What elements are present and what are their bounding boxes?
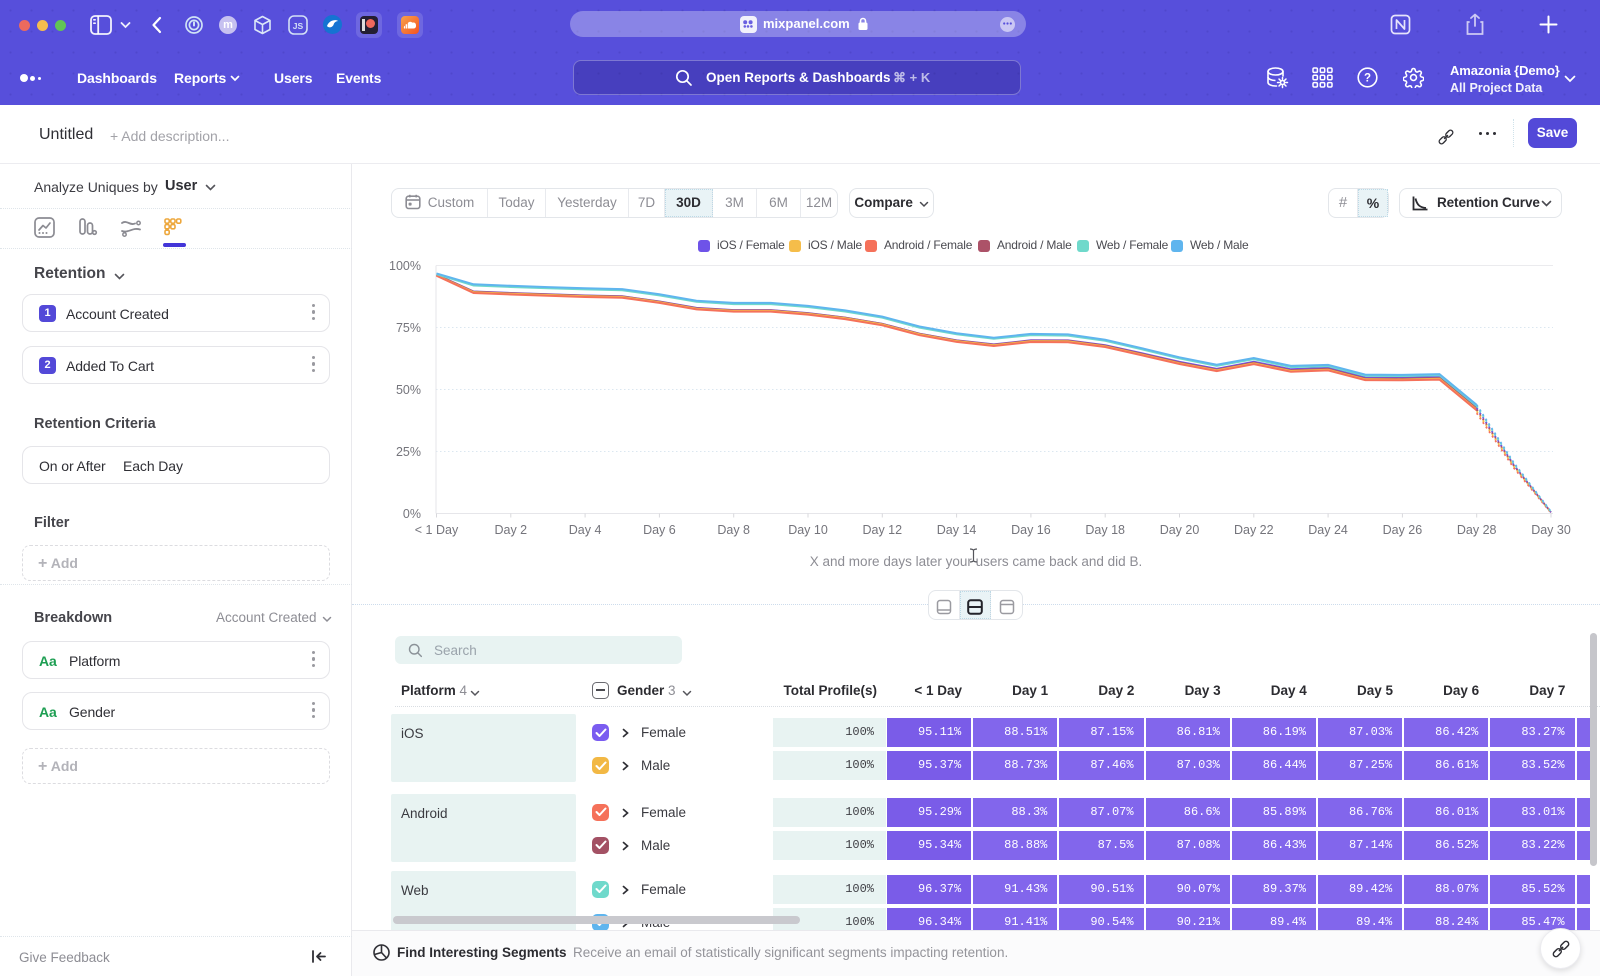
svg-text:Day 10: Day 10 (788, 523, 828, 537)
svg-text:?: ? (1364, 73, 1371, 85)
svg-text:Day 14: Day 14 (937, 523, 977, 537)
svg-text:Day 4: Day 4 (569, 523, 602, 537)
svg-text:75%: 75% (396, 321, 421, 335)
svg-text:Day 22: Day 22 (1234, 523, 1274, 537)
svg-text:100%: 100% (389, 259, 421, 273)
svg-text:< 1 Day: < 1 Day (415, 523, 459, 537)
svg-text:Day 6: Day 6 (643, 523, 676, 537)
svg-text:Day 18: Day 18 (1085, 523, 1125, 537)
svg-text:Day 2: Day 2 (494, 523, 527, 537)
svg-text:50%: 50% (396, 383, 421, 397)
svg-text:Day 26: Day 26 (1383, 523, 1423, 537)
svg-text:Day 16: Day 16 (1011, 523, 1051, 537)
svg-text:0%: 0% (403, 507, 421, 521)
svg-text:Day 8: Day 8 (717, 523, 750, 537)
svg-text:Day 12: Day 12 (862, 523, 902, 537)
svg-text:Day 28: Day 28 (1457, 523, 1497, 537)
svg-text:25%: 25% (396, 445, 421, 459)
svg-text:Day 24: Day 24 (1308, 523, 1348, 537)
svg-text:Day 30: Day 30 (1531, 523, 1571, 537)
svg-text:JS: JS (293, 21, 304, 31)
svg-text:Day 20: Day 20 (1160, 523, 1200, 537)
